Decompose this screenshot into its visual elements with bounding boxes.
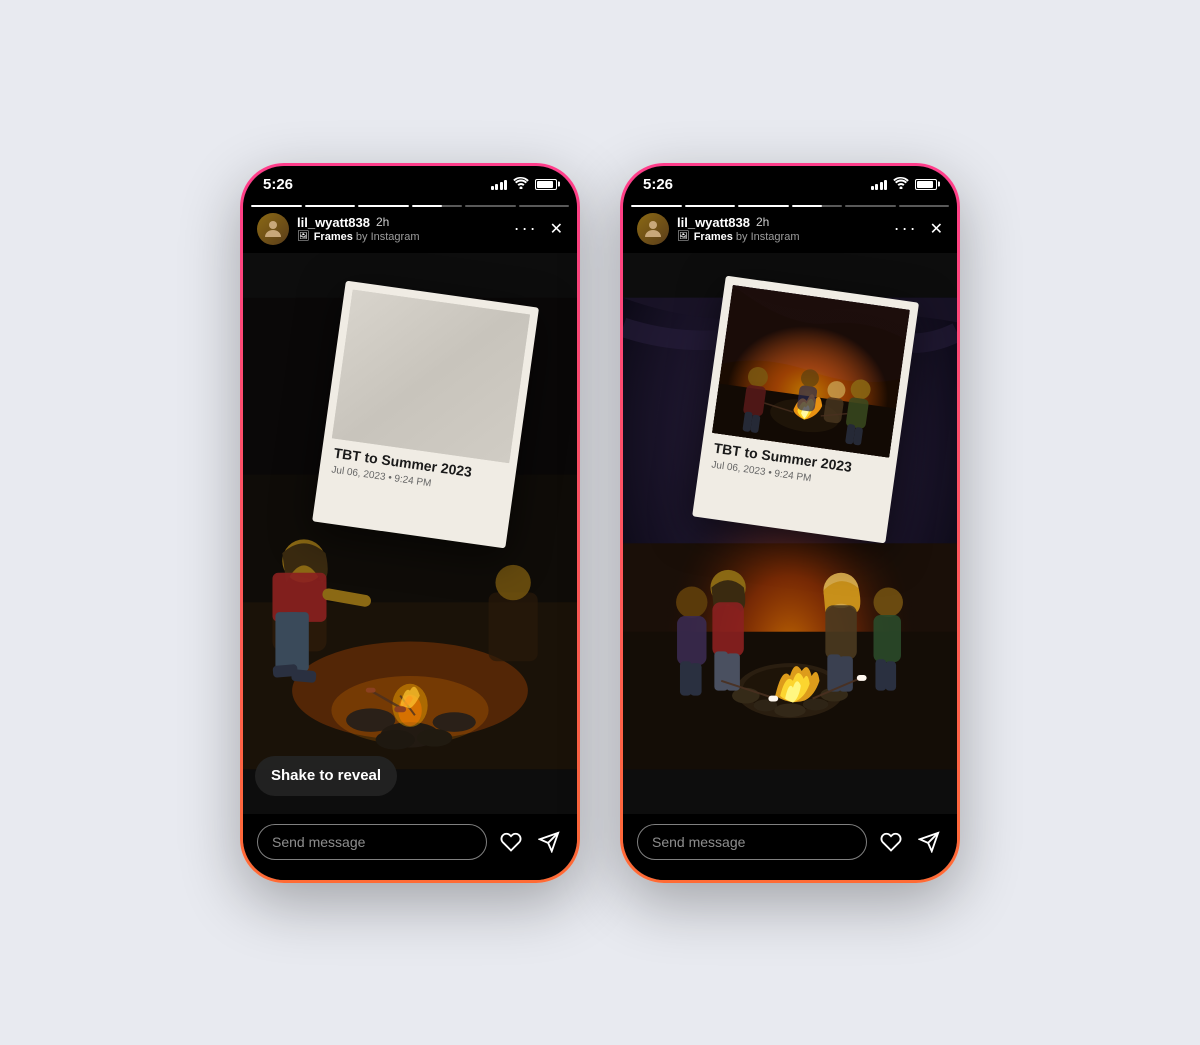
story-actions-left[interactable]: ··· ✕ bbox=[514, 218, 563, 239]
story-username-right: lil_wyatt838 bbox=[677, 215, 750, 230]
bottom-bar-left: Send message bbox=[243, 814, 577, 880]
polaroid-left: TBT to Summer 2023 Jul 06, 2023 • 9:24 P… bbox=[312, 280, 539, 548]
send-button-left[interactable] bbox=[535, 828, 563, 856]
story-time-right: 2h bbox=[756, 215, 769, 229]
shake-pill: Shake to reveal bbox=[255, 756, 397, 796]
more-icon-right[interactable]: ··· bbox=[894, 218, 918, 239]
more-icon-left[interactable]: ··· bbox=[514, 218, 538, 239]
story-time-left: 2h bbox=[376, 215, 389, 229]
message-input-left[interactable]: Send message bbox=[257, 824, 487, 860]
message-placeholder-right: Send message bbox=[652, 834, 745, 850]
bottom-bar-right: Send message bbox=[623, 814, 957, 880]
status-icons-right bbox=[871, 177, 938, 192]
polaroid-right: TBT to Summer 2023 Jul 06, 2023 • 9:24 P… bbox=[692, 275, 919, 543]
heart-button-right[interactable] bbox=[877, 828, 905, 856]
story-progress-left bbox=[243, 197, 577, 207]
send-button-right[interactable] bbox=[915, 828, 943, 856]
story-user-info-right: lil_wyatt838 2h 🖼 Frames by Instagram bbox=[677, 215, 894, 243]
story-header-right: lil_wyatt838 2h 🖼 Frames by Instagram ··… bbox=[623, 207, 957, 253]
shake-label: Shake to reveal bbox=[271, 767, 381, 784]
story-header-left: lil_wyatt838 2h 🖼 Frames by Instagram ··… bbox=[243, 207, 577, 253]
story-user-info-left: lil_wyatt838 2h 🖼 Frames by Instagram bbox=[297, 215, 514, 243]
story-effect-right: Frames by Instagram bbox=[694, 231, 800, 243]
phone-left: 5:26 bbox=[240, 163, 580, 883]
battery-icon bbox=[535, 179, 557, 190]
polaroid-image-right bbox=[712, 284, 910, 457]
message-input-right[interactable]: Send message bbox=[637, 824, 867, 860]
status-bar-right: 5:26 bbox=[623, 166, 957, 197]
signal-icon-right bbox=[871, 178, 888, 190]
story-main-left: TBT to Summer 2023 Jul 06, 2023 • 9:24 P… bbox=[243, 253, 577, 814]
avatar-right bbox=[637, 213, 669, 245]
signal-icon bbox=[491, 178, 508, 190]
polaroid-image-left bbox=[332, 289, 530, 462]
story-actions-right[interactable]: ··· ✕ bbox=[894, 218, 943, 239]
battery-icon-right bbox=[915, 179, 937, 190]
heart-button-left[interactable] bbox=[497, 828, 525, 856]
message-placeholder-left: Send message bbox=[272, 834, 365, 850]
story-main-right: TBT to Summer 2023 Jul 06, 2023 • 9:24 P… bbox=[623, 253, 957, 814]
status-icons-left bbox=[491, 177, 558, 192]
wifi-icon-right bbox=[893, 177, 909, 192]
phone-right: 5:26 bbox=[620, 163, 960, 883]
story-effect-left: Frames by Instagram bbox=[314, 231, 420, 243]
close-icon-left[interactable]: ✕ bbox=[550, 219, 563, 239]
story-username-left: lil_wyatt838 bbox=[297, 215, 370, 230]
close-icon-right[interactable]: ✕ bbox=[930, 219, 943, 239]
wifi-icon bbox=[513, 177, 529, 192]
avatar-left bbox=[257, 213, 289, 245]
status-bar-left: 5:26 bbox=[243, 166, 577, 197]
status-time-left: 5:26 bbox=[263, 176, 293, 193]
story-progress-right bbox=[623, 197, 957, 207]
status-time-right: 5:26 bbox=[643, 176, 673, 193]
